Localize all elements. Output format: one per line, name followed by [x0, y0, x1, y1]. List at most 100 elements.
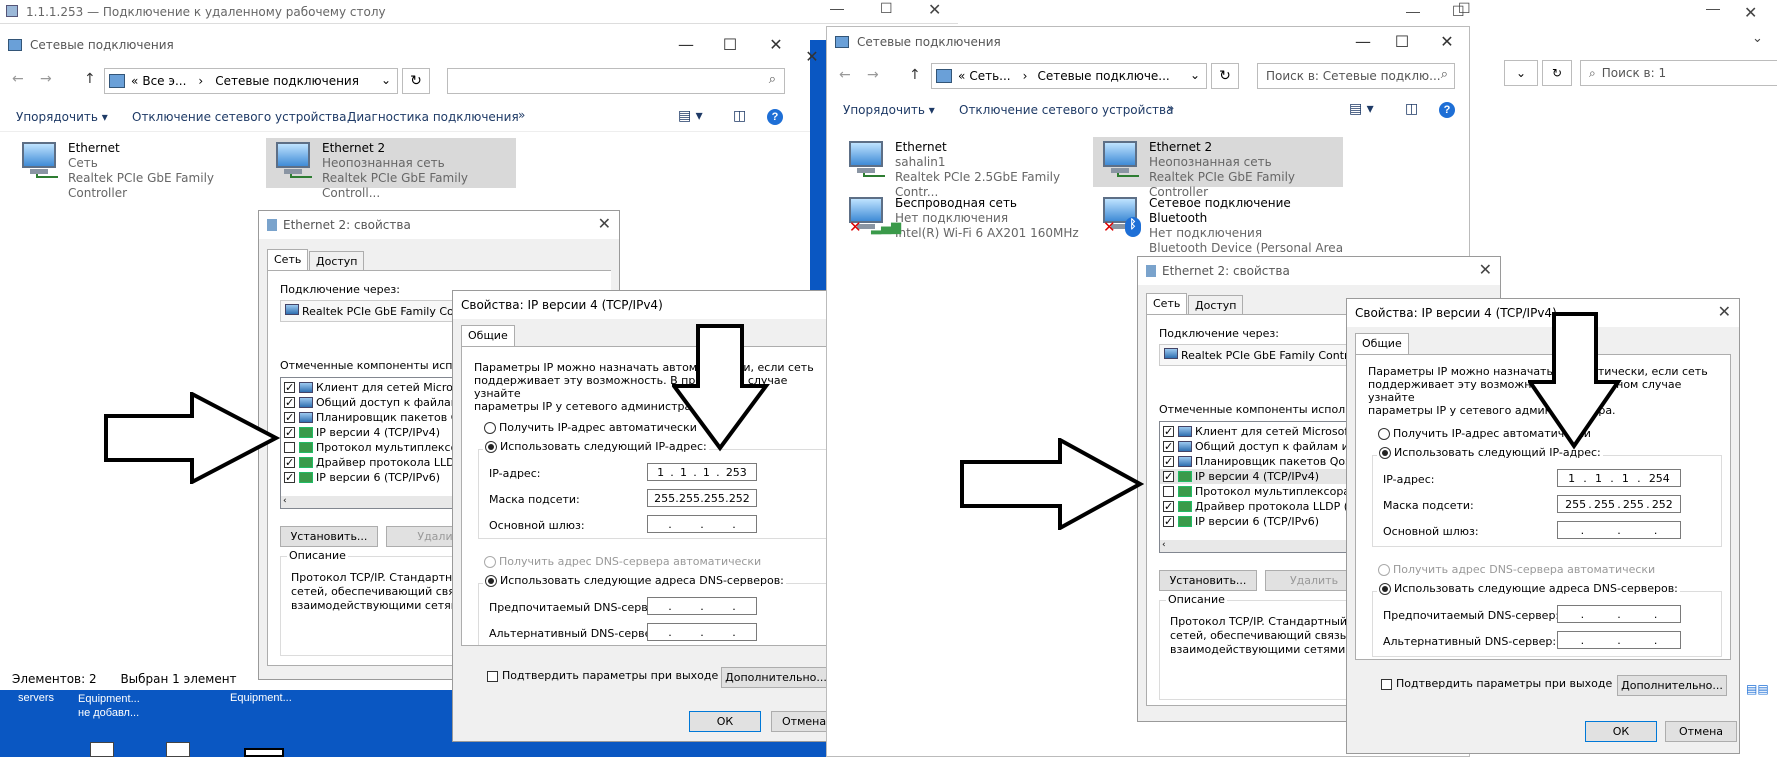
checkbox[interactable]	[284, 442, 295, 453]
connection-ethernet-2[interactable]: Ethernet 2 Неопознанная сеть Realtek PCI…	[1093, 137, 1343, 199]
ip-address-field[interactable]: 1. 1. 1. 253	[647, 463, 757, 481]
cancel-button[interactable]: Отмена	[771, 711, 831, 732]
search-input[interactable]: Поиск в: Сетевые подклю... ⌕	[1257, 63, 1455, 89]
checkbox[interactable]	[284, 455, 295, 470]
address-part[interactable]: Сетевые подключения	[215, 74, 359, 88]
subnet-mask-field[interactable]: 255. 255. 255. 252	[647, 489, 757, 507]
manual-dns-radio[interactable]: Использовать следующие адреса DNS-сервер…	[483, 574, 786, 587]
install-button[interactable]: Установить...	[1159, 570, 1257, 591]
right-maximize-button[interactable]: ☐	[1382, 27, 1422, 55]
auto-ip-radio[interactable]: Получить IP-адрес автоматически	[484, 421, 697, 434]
bg-search-input[interactable]: ⌕ Поиск в: 1	[1580, 60, 1777, 86]
back-button[interactable]: ←	[12, 71, 24, 87]
checkbox[interactable]	[284, 425, 295, 440]
tab-access[interactable]: Доступ	[1188, 295, 1244, 315]
gateway-field[interactable]: ...	[1557, 521, 1681, 539]
properties-close-button[interactable]: ✕	[598, 214, 611, 233]
address-part[interactable]: Сеть...	[969, 69, 1010, 83]
radio[interactable]	[485, 575, 497, 587]
checkbox[interactable]	[284, 395, 295, 410]
preview-pane-icon[interactable]: ◫	[733, 108, 746, 124]
manual-dns-radio[interactable]: Использовать следующие адреса DNS-сервер…	[1377, 582, 1680, 595]
bg-view-icons[interactable]: ▤▤	[1746, 682, 1769, 696]
cancel-button[interactable]: Отмена	[1665, 721, 1737, 742]
refresh-button[interactable]: ↻	[1211, 63, 1239, 89]
forward-button[interactable]: →	[40, 71, 52, 87]
more-commands-button[interactable]: »	[518, 108, 525, 122]
up-button[interactable]: ↑	[909, 67, 921, 83]
help-icon[interactable]: ?	[1439, 102, 1455, 118]
desktop-file-icon[interactable]	[166, 742, 190, 757]
forward-button[interactable]: →	[867, 67, 879, 83]
checkbox[interactable]	[1381, 678, 1392, 690]
right-outer-minimize[interactable]: —	[1406, 3, 1420, 19]
bg-chevron-icon[interactable]: ⌄	[1752, 30, 1763, 46]
ok-button[interactable]: ОК	[689, 711, 761, 732]
checkbox[interactable]	[1163, 454, 1174, 469]
radio[interactable]	[1378, 428, 1390, 440]
rdp-maximize-button[interactable]: ☐	[880, 0, 893, 17]
alternate-dns-field[interactable]: ...	[647, 623, 757, 641]
checkbox[interactable]	[284, 380, 295, 395]
tab-access[interactable]: Доступ	[309, 251, 365, 271]
rdp-minimize-button[interactable]: —	[830, 0, 844, 16]
validate-on-exit-checkbox[interactable]: Подтвердить параметры при выходе	[1381, 677, 1612, 690]
desktop-icon-equipment-1[interactable]: Equipment... не добавл...	[78, 692, 140, 720]
left-close-button[interactable]: ✕	[756, 30, 796, 58]
bg-address-dropdown[interactable]: ⌄	[1504, 60, 1538, 86]
bg-refresh-button[interactable]: ↻	[1542, 60, 1572, 86]
preferred-dns-field[interactable]: ...	[647, 597, 757, 615]
tab-network[interactable]: Сеть	[267, 249, 309, 271]
checkbox[interactable]	[284, 410, 295, 425]
address-part[interactable]: Сетевые подключе...	[1037, 69, 1169, 83]
address-bar[interactable]: « Все э... › Сетевые подключения ⌄	[104, 68, 398, 94]
connection-ethernet[interactable]: Ethernet Сеть Realtek PCIe GbE Family Co…	[12, 138, 262, 200]
connection-ethernet-2[interactable]: Ethernet 2 Неопознанная сеть Realtek PCI…	[266, 138, 516, 200]
ipv4-close-button[interactable]: ✕	[1718, 302, 1731, 321]
radio[interactable]	[1379, 583, 1391, 595]
back-button[interactable]: ←	[839, 67, 851, 83]
checkbox[interactable]	[487, 670, 498, 682]
tab-network[interactable]: Сеть	[1146, 293, 1188, 315]
install-button[interactable]: Установить...	[280, 526, 378, 547]
checkbox[interactable]	[284, 470, 295, 485]
subnet-mask-field[interactable]: 255. 255. 255. 252	[1557, 495, 1681, 513]
chevron-down-icon[interactable]: ⌄	[381, 73, 391, 87]
up-button[interactable]: ↑	[84, 71, 96, 87]
organize-menu[interactable]: Упорядочить ▾	[16, 110, 108, 124]
connection-bluetooth[interactable]: ✕ ᛒ Сетевое подключение Bluetooth Нет под…	[1093, 193, 1355, 270]
right-outer-maximize[interactable]: ☐	[1452, 3, 1465, 20]
advanced-button[interactable]: Дополнительно...	[1617, 675, 1727, 696]
checkbox[interactable]	[1163, 424, 1174, 439]
view-options-icon[interactable]: ▤ ▾	[678, 108, 703, 124]
connection-ethernet[interactable]: Ethernet sahalin1 Realtek PCIe 2.5GbE Fa…	[839, 137, 1089, 199]
right-minimize-button[interactable]: —	[1343, 27, 1383, 55]
checkbox[interactable]	[1163, 469, 1174, 484]
desktop-file-icon[interactable]	[244, 748, 284, 757]
properties-close-button[interactable]: ✕	[1479, 260, 1492, 279]
checkbox[interactable]	[1163, 499, 1174, 514]
radio[interactable]	[1379, 447, 1391, 459]
right-close-button[interactable]: ✕	[1427, 27, 1467, 55]
desktop-file-icon[interactable]	[90, 742, 114, 757]
right-outer-close[interactable]: ✕	[1744, 3, 1757, 23]
desktop-icon-servers[interactable]: servers	[18, 692, 54, 704]
left-minimize-button[interactable]: —	[666, 30, 706, 58]
radio[interactable]	[485, 441, 497, 453]
checkbox[interactable]	[1163, 439, 1174, 454]
diagnose-button[interactable]: Диагностика подключения	[347, 110, 519, 124]
advanced-button[interactable]: Дополнительно...	[721, 667, 831, 688]
connection-wireless[interactable]: ✕ ▂▄▆ Беспроводная сеть Нет подключения I…	[839, 193, 1089, 243]
preferred-dns-field[interactable]: ...	[1557, 605, 1681, 623]
preview-pane-icon[interactable]: ◫	[1405, 101, 1418, 117]
help-icon[interactable]: ?	[767, 109, 783, 125]
validate-on-exit-checkbox[interactable]: Подтвердить параметры при выходе	[487, 669, 718, 682]
ip-address-field[interactable]: 1. 1. 1. 254	[1557, 469, 1681, 487]
ok-button[interactable]: ОК	[1585, 721, 1657, 742]
more-commands-button[interactable]: »	[1167, 101, 1174, 115]
address-bar[interactable]: « Сеть... › Сетевые подключе... ⌄	[931, 63, 1207, 89]
gateway-field[interactable]: ...	[647, 515, 757, 533]
tab-general[interactable]: Общие	[461, 325, 515, 347]
checkbox[interactable]	[1163, 486, 1174, 497]
view-options-icon[interactable]: ▤ ▾	[1349, 101, 1374, 117]
